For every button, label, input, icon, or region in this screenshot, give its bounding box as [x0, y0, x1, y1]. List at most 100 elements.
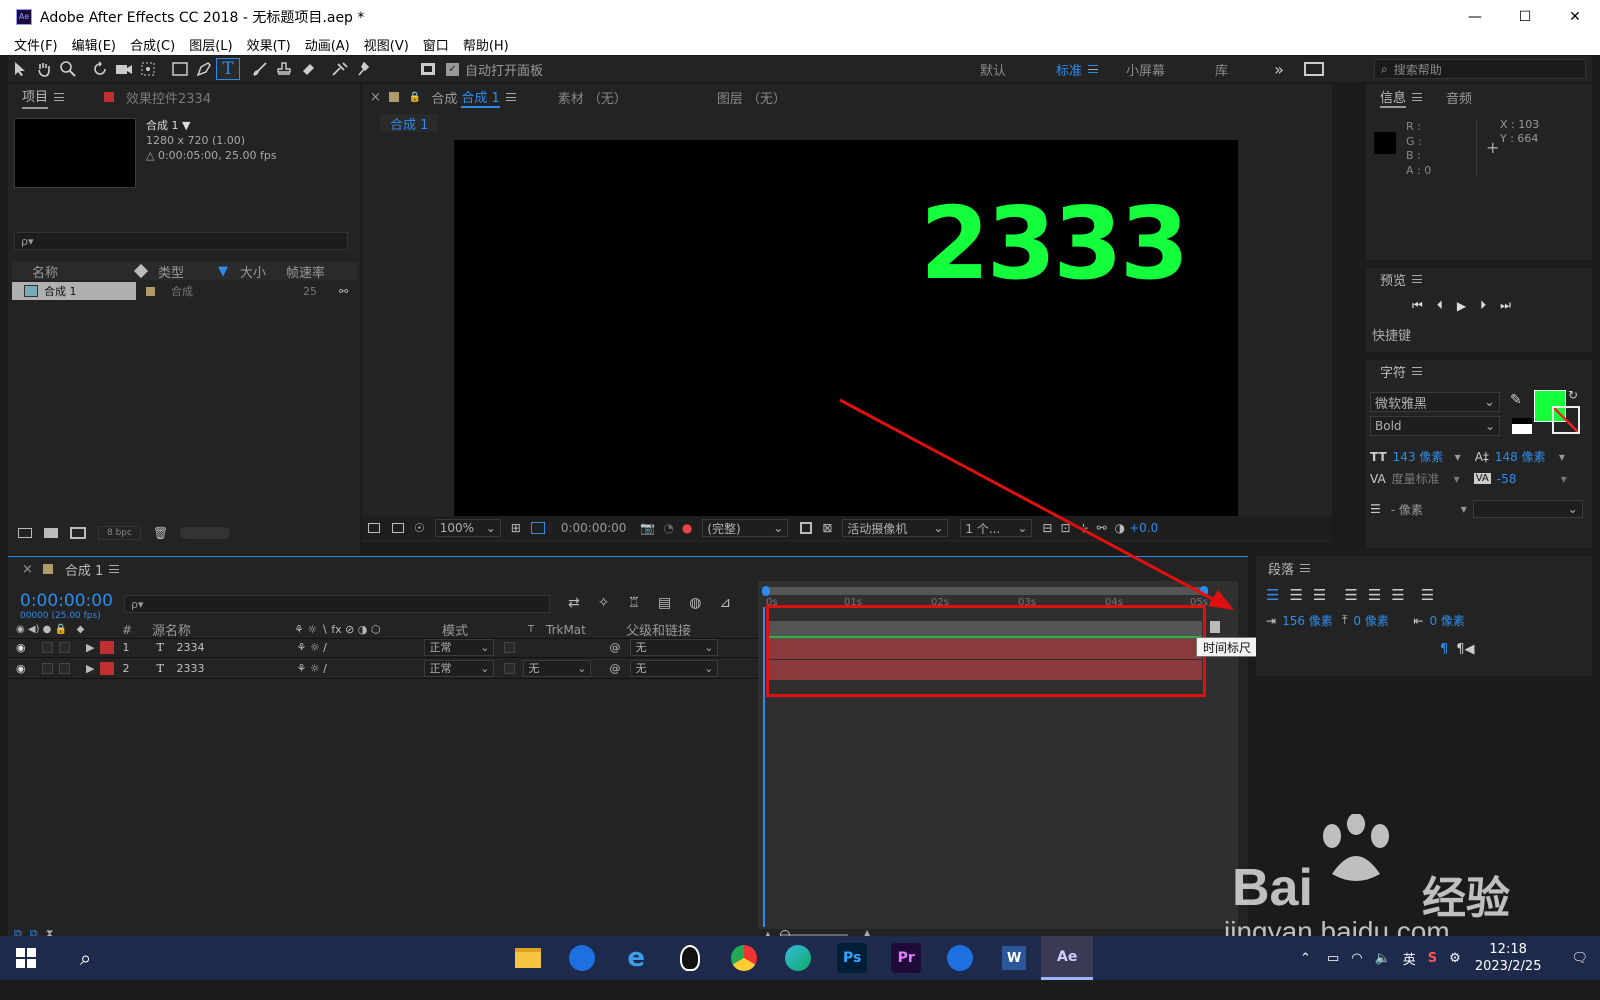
resolution-select[interactable]: (完整) ⌄ [702, 519, 789, 537]
eraser-tool-icon[interactable] [296, 58, 320, 80]
close-timeline-tab-icon[interactable]: × [22, 562, 33, 577]
menu-help[interactable]: 帮助(H) [463, 35, 509, 54]
eyedropper-icon[interactable]: ✎ [1510, 392, 1522, 408]
lock-icon[interactable]: 🔒 [409, 92, 421, 103]
tray-chevron-icon[interactable]: ⌃ [1300, 951, 1311, 966]
motion-blur-icon[interactable]: ◍ [689, 595, 701, 611]
menu-file[interactable]: 文件(F) [14, 35, 58, 54]
menu-window[interactable]: 窗口 [423, 35, 449, 54]
label-column-icon[interactable] [133, 263, 149, 279]
tab-timeline-comp[interactable]: 合成 1 [65, 560, 103, 579]
trkmat-select[interactable]: 无 ⌄ [523, 659, 592, 677]
close-button[interactable]: ✕ [1550, 9, 1600, 25]
region-icon[interactable] [530, 522, 545, 534]
work-area-start[interactable] [762, 586, 770, 596]
column-type[interactable]: 类型 [158, 262, 218, 281]
views-select[interactable]: 1 个... ⌄ [960, 519, 1033, 537]
layer-name[interactable]: 2333 [176, 662, 296, 675]
panel-layout-icon[interactable] [1303, 62, 1324, 76]
font-size-value[interactable]: 143 像素 [1393, 448, 1455, 465]
pickwhip-icon[interactable]: @ [609, 662, 620, 675]
layer-parent-select[interactable]: 无 ⌄ [630, 659, 719, 677]
volume-icon[interactable]: 🔈 [1375, 951, 1391, 966]
start-windows-icon[interactable] [16, 948, 36, 968]
current-time-indicator[interactable] [763, 607, 765, 927]
no-stroke-swatch[interactable] [1552, 406, 1580, 434]
item-label-color[interactable] [146, 286, 155, 296]
preview-menu-icon[interactable] [1412, 275, 1423, 283]
layer-mode-select[interactable]: 正常 ⌄ [424, 659, 495, 677]
justify-center-icon[interactable]: ☰ [1368, 586, 1381, 604]
bpc-button[interactable]: 8 bpc [98, 526, 141, 540]
workspace-menu-icon[interactable] [1088, 65, 1099, 73]
menu-animation[interactable]: 动画(A) [305, 35, 350, 54]
prev-frame-icon[interactable]: ⏴ [1437, 298, 1443, 313]
qq-icon[interactable] [670, 938, 710, 978]
justify-right-icon[interactable]: ☰ [1391, 586, 1404, 604]
shortcut-label[interactable]: 快捷键 [1372, 325, 1592, 344]
tab-footage[interactable]: 素材 （无） [558, 88, 627, 107]
battery-icon[interactable]: ▭ [1327, 951, 1339, 966]
camera-tool-icon[interactable] [112, 58, 136, 80]
roto-brush-tool-icon[interactable] [328, 58, 352, 80]
layer-switches[interactable]: ⚘ ☼ ∕ [296, 662, 424, 675]
viewer-menu-icon[interactable] [505, 93, 516, 101]
stroke-type-select[interactable]: ⌄ [1472, 500, 1583, 518]
browser-q-icon[interactable] [562, 938, 602, 978]
solo-toggle[interactable] [59, 641, 70, 653]
word-icon[interactable]: W [994, 938, 1034, 978]
fast-preview-icon[interactable]: ⊹ [1079, 521, 1089, 535]
comp-flowchart-icon[interactable]: ⇄ [568, 595, 580, 611]
stroke-width-value[interactable]: - 像素 [1391, 501, 1461, 518]
kerning-value[interactable]: 度量标准 [1392, 470, 1454, 487]
next-frame-icon[interactable]: ⏵ [1480, 298, 1486, 313]
clone-stamp-tool-icon[interactable] [272, 58, 296, 80]
delete-icon[interactable]: 🗑 [153, 526, 168, 540]
exposure-icon[interactable]: ◑ [1115, 521, 1125, 535]
workspace-small-screen[interactable]: 小屏幕 [1126, 60, 1165, 79]
premiere-icon[interactable]: Pr [891, 943, 922, 973]
after-effects-icon[interactable]: Ae [1041, 936, 1094, 980]
align-right-icon[interactable]: ☰ [1313, 586, 1326, 604]
comp-name-dropdown[interactable]: 合成 1 ▼ [146, 118, 277, 133]
project-zoom-slider[interactable] [180, 527, 231, 539]
file-explorer-icon[interactable] [508, 938, 548, 978]
tab-project[interactable]: 项目 [22, 86, 49, 109]
project-search-input[interactable]: ρ▾ [14, 232, 348, 250]
chrome-icon[interactable] [724, 938, 764, 978]
preserve-transparency-toggle[interactable] [504, 662, 516, 674]
menu-composition[interactable]: 合成(C) [130, 35, 175, 54]
brush-tool-icon[interactable] [248, 58, 272, 80]
justify-left-icon[interactable]: ☰ [1344, 586, 1357, 604]
justify-all-icon[interactable]: ☰ [1421, 586, 1434, 604]
tab-audio[interactable]: 音频 [1446, 88, 1472, 107]
preserve-transparency-toggle[interactable] [504, 641, 516, 653]
hand-tool-icon[interactable] [32, 58, 56, 80]
workspace-panel-icon[interactable] [416, 58, 440, 80]
more-workspaces-icon[interactable]: » [1274, 60, 1284, 79]
first-frame-icon[interactable]: ⏮ [1412, 298, 1423, 313]
photoshop-icon[interactable]: Ps [837, 943, 868, 973]
pen-tool-icon[interactable] [192, 58, 216, 80]
workspace-standard[interactable]: 标准 [1056, 60, 1082, 79]
align-center-icon[interactable]: ☰ [1289, 586, 1302, 604]
zoom-tool-icon[interactable] [56, 58, 80, 80]
toggle-pixel-icon[interactable]: ⊟ [1042, 521, 1052, 535]
indent-right-value[interactable]: 0 像素 [1429, 612, 1464, 629]
workspace-library[interactable]: 库 [1215, 60, 1228, 79]
show-snapshot-icon[interactable]: ◔ [663, 521, 673, 535]
layer-mode-select[interactable]: 正常 ⌄ [424, 638, 495, 656]
work-area-end[interactable] [1200, 586, 1208, 596]
settings-gear-icon[interactable]: ⚙ [1449, 951, 1461, 966]
text-tool-icon[interactable]: T [216, 58, 240, 80]
graph-editor-icon[interactable]: ⊿ [719, 595, 731, 611]
maximize-button[interactable]: ☐ [1500, 9, 1550, 25]
rotate-tool-icon[interactable] [88, 58, 112, 80]
new-folder-icon[interactable] [44, 528, 58, 538]
viewer-timecode[interactable]: 0:00:00:00 [561, 521, 627, 535]
column-size[interactable]: 大小 [240, 262, 286, 281]
tab-character[interactable]: 字符 [1380, 362, 1406, 381]
leading-value[interactable]: 148 像素 [1495, 448, 1559, 465]
monitor-icon[interactable] [392, 523, 404, 533]
visibility-eye-icon[interactable]: ◉ [16, 641, 42, 654]
